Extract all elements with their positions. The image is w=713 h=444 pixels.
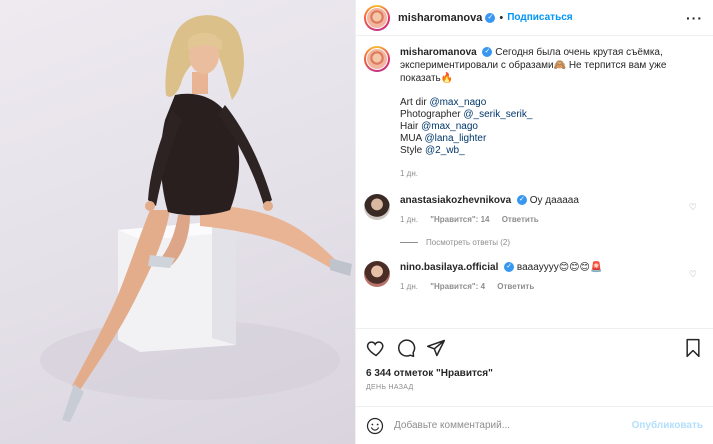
commenter-avatar[interactable]	[364, 261, 390, 287]
separator-dot: •	[499, 11, 504, 24]
heart-icon[interactable]: ♡	[689, 202, 697, 213]
credit-line: Art dir @max_nago	[400, 97, 700, 109]
commenter-username[interactable]: anastasiakozhevnikova	[400, 195, 511, 206]
comment-time[interactable]: 1 дн.	[400, 215, 418, 224]
credit-line: Photographer @_serik_serik_	[400, 109, 700, 121]
comment-text: вааауууу😊😊😊🚨	[516, 262, 603, 273]
credit-role: Hair	[400, 121, 419, 132]
heart-icon[interactable]	[366, 338, 386, 358]
post-actions-area: 6 344 отметок "Нравится" ДЕНЬ НАЗАД	[356, 328, 713, 406]
credit-mention[interactable]: @max_nago	[429, 97, 486, 108]
comment-likes[interactable]: "Нравится": 14	[430, 215, 489, 224]
instagram-post-view: misharomanova ✓ • Подписаться ··· mishar…	[0, 0, 713, 444]
reply-button[interactable]: Ответить	[502, 215, 539, 224]
caption-credits: Art dir @max_nago Photographer @_serik_s…	[400, 97, 700, 157]
credit-role: Art dir	[400, 97, 427, 108]
credit-role: Photographer	[400, 109, 461, 120]
verified-badge-icon: ✓	[516, 195, 527, 206]
credit-mention[interactable]: @lana_lighter	[424, 133, 486, 144]
reply-button[interactable]: Ответить	[497, 282, 534, 291]
view-replies-label[interactable]: Посмотреть ответы (2)	[426, 238, 510, 247]
commenter-username[interactable]: nino.basilaya.official	[400, 262, 498, 273]
more-horizontal-icon[interactable]: ···	[686, 10, 703, 26]
verified-badge-icon: ✓	[504, 262, 515, 273]
replies-divider	[400, 242, 418, 243]
comment-item: anastasiakozhevnikova ✓ Оу дааааа 1 дн. …	[364, 194, 703, 226]
caption-username[interactable]: misharomanova	[400, 47, 477, 58]
add-comment-bar: Опубликовать	[356, 406, 713, 444]
caption-author-avatar[interactable]	[364, 46, 390, 72]
verified-badge-icon: ✓	[482, 47, 493, 58]
credit-line: Style @2_wb_	[400, 145, 700, 157]
post-photo[interactable]	[0, 0, 355, 444]
heart-icon[interactable]: ♡	[689, 269, 697, 280]
comment-time[interactable]: 1 дн.	[400, 282, 418, 291]
comments-scroll-area[interactable]: misharomanova ✓ Сегодня была очень крута…	[356, 36, 713, 328]
credit-role: Style	[400, 145, 423, 156]
photo-illustration	[40, 15, 352, 422]
author-avatar[interactable]	[364, 4, 390, 31]
action-bar	[366, 335, 703, 361]
post-header: misharomanova ✓ • Подписаться ···	[356, 0, 713, 36]
publish-button[interactable]: Опубликовать	[632, 420, 703, 431]
credit-mention[interactable]: @_serik_serik_	[463, 109, 532, 120]
share-icon[interactable]	[426, 338, 446, 358]
caption-time[interactable]: 1 дн.	[400, 167, 700, 180]
comment-input[interactable]	[394, 420, 632, 431]
comment-body: nino.basilaya.official ✓ вааауууу😊😊😊🚨 1 …	[400, 261, 670, 293]
post-side-panel: misharomanova ✓ • Подписаться ··· mishar…	[355, 0, 713, 444]
credit-mention[interactable]: @2_wb_	[425, 145, 465, 156]
likes-count[interactable]: 6 344 отметок "Нравится"	[366, 368, 703, 379]
comment-meta: 1 дн. "Нравится": 4 Ответить	[400, 280, 670, 293]
comment-item: nino.basilaya.official ✓ вааауууу😊😊😊🚨 1 …	[364, 261, 703, 293]
credit-line: MUA @lana_lighter	[400, 133, 700, 145]
comment-icon[interactable]	[396, 338, 416, 358]
view-replies-button[interactable]: Посмотреть ответы (2)	[400, 238, 703, 247]
commenter-avatar[interactable]	[364, 194, 390, 220]
caption-body: misharomanova ✓ Сегодня была очень крута…	[400, 46, 700, 180]
bookmark-icon[interactable]	[683, 338, 703, 358]
comment-text: Оу дааааа	[529, 195, 579, 206]
post-date[interactable]: ДЕНЬ НАЗАД	[366, 384, 703, 391]
follow-button[interactable]: Подписаться	[507, 12, 572, 23]
credit-line: Hair @max_nago	[400, 121, 700, 133]
comment-body: anastasiakozhevnikova ✓ Оу дааааа 1 дн. …	[400, 194, 670, 226]
caption: misharomanova ✓ Сегодня была очень крута…	[364, 46, 703, 180]
emoji-icon[interactable]	[366, 417, 384, 435]
author-username[interactable]: misharomanova	[398, 12, 482, 24]
credit-role: MUA	[400, 133, 422, 144]
verified-badge-icon: ✓	[485, 12, 496, 23]
credit-mention[interactable]: @max_nago	[421, 121, 478, 132]
comment-meta: 1 дн. "Нравится": 14 Ответить	[400, 213, 670, 226]
comment-likes[interactable]: "Нравится": 4	[430, 282, 485, 291]
